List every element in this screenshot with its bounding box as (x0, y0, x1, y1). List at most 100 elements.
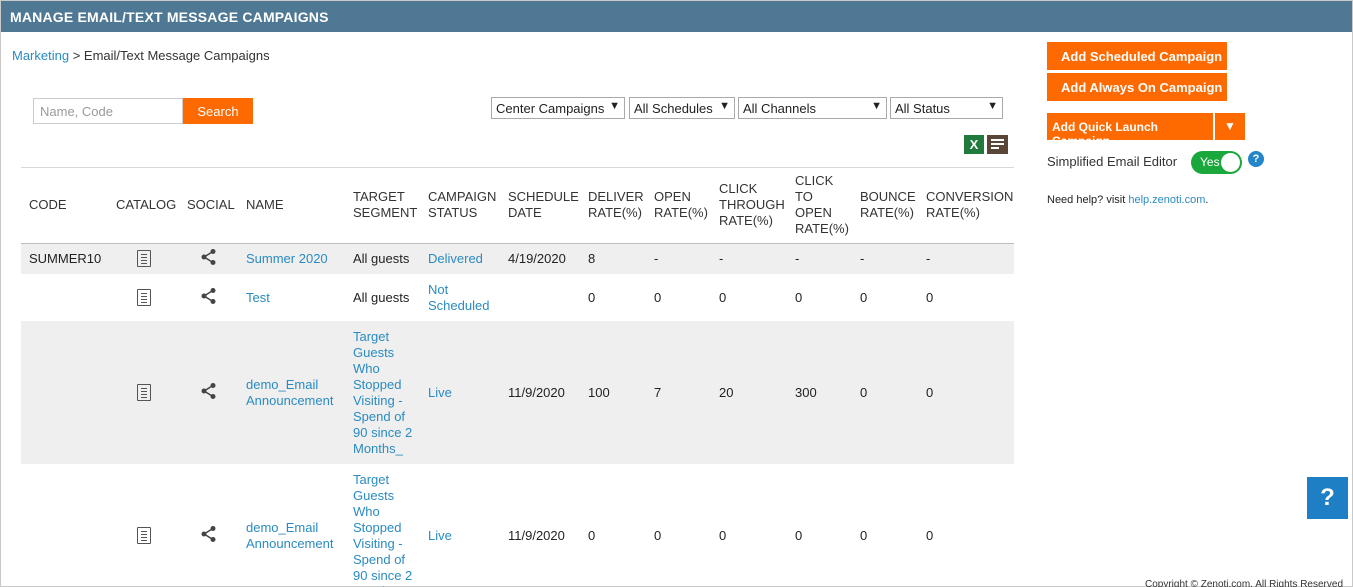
row-deliver-rate: 100 (580, 321, 646, 464)
excel-export-icon[interactable]: X (964, 135, 984, 154)
help-icon[interactable]: ? (1248, 151, 1264, 167)
column-list-icon[interactable] (987, 135, 1008, 154)
simplified-editor-label: Simplified Email Editor (1047, 154, 1178, 169)
campaign-status-link[interactable]: Delivered (420, 243, 500, 274)
search-input[interactable] (33, 98, 183, 124)
campaign-status-link[interactable]: Not Scheduled (420, 274, 500, 321)
row-deliver-rate: 8 (580, 243, 646, 274)
breadcrumb-marketing-link[interactable]: Marketing (12, 48, 69, 63)
col-click-to-open-rate[interactable]: CLICK TO OPEN RATE(%) (787, 168, 852, 244)
share-icon[interactable] (200, 287, 218, 305)
schedules-filter-select[interactable]: All Schedules ▼ (629, 97, 735, 119)
col-conversion-rate[interactable]: CONVERSION RATE(%) (918, 168, 1014, 244)
col-bounce-rate[interactable]: BOUNCE RATE(%) (852, 168, 918, 244)
col-schedule-date[interactable]: SCHEDULE DATE (500, 168, 580, 244)
social-cell[interactable] (179, 321, 238, 464)
col-deliver-rate[interactable]: DELIVER RATE(%) (580, 168, 646, 244)
campaign-status-link[interactable]: Live (420, 464, 500, 587)
col-catalog: CATALOG (108, 168, 179, 244)
catalog-cell[interactable] (108, 274, 179, 321)
chevron-down-icon: ▼ (719, 100, 730, 112)
status-filter-select[interactable]: All Status ▼ (890, 97, 1003, 119)
chevron-down-icon: ▼ (871, 100, 882, 112)
row-bounce-rate: 0 (852, 321, 918, 464)
catalog-icon[interactable] (136, 289, 151, 307)
help-zenoti-link[interactable]: help.zenoti.com (1128, 194, 1205, 206)
search-button[interactable]: Search (183, 98, 253, 124)
row-open-rate: 0 (654, 289, 662, 305)
row-code (21, 464, 108, 587)
col-click-through-rate[interactable]: CLICK THROUGH RATE(%) (711, 168, 787, 244)
catalog-icon[interactable] (136, 384, 151, 402)
row-deliver-rate: 0 (588, 527, 596, 543)
col-name[interactable]: NAME (238, 168, 345, 244)
social-cell[interactable] (179, 243, 238, 274)
row-segment-link[interactable]: Target Guests Who Stopped Visiting - Spe… (345, 464, 420, 587)
campaign-name-link[interactable]: demo_Email Announcement (238, 321, 345, 464)
row-conversion-rate: - (918, 243, 1014, 274)
col-social: SOCIAL (179, 168, 238, 244)
row-open-rate: 7 (646, 321, 711, 464)
need-help-label: Need help? visit (1047, 194, 1129, 206)
status-filter-value: All Status (895, 101, 950, 116)
campaign-name-link[interactable]: Test (238, 274, 345, 321)
channels-filter-select[interactable]: All Channels ▼ (738, 97, 887, 119)
row-bounce-rate: 0 (860, 527, 868, 543)
floating-help-icon[interactable]: ? (1307, 477, 1348, 519)
row-deliver-rate: 0 (588, 289, 596, 305)
schedules-filter-value: All Schedules (634, 101, 713, 116)
campaigns-table: CODE CATALOG SOCIAL NAME TARGET SEGMENT … (21, 167, 1014, 587)
chevron-down-icon: ▼ (609, 100, 620, 112)
row-segment-link[interactable]: Target Guests Who Stopped Visiting - Spe… (345, 321, 420, 464)
chevron-down-icon: ▼ (987, 100, 998, 112)
row-code (21, 321, 108, 464)
table-row: demo_Email Announcement Target Guests Wh… (21, 321, 1014, 464)
row-open-rate: - (646, 243, 711, 274)
row-conversion-rate: 0 (918, 321, 1014, 464)
row-click-through-rate: - (711, 243, 787, 274)
need-help-suffix: . (1205, 194, 1209, 206)
campaign-status-link[interactable]: Live (420, 321, 500, 464)
col-code[interactable]: CODE (21, 168, 108, 244)
catalog-cell[interactable] (108, 464, 179, 587)
share-icon[interactable] (200, 525, 218, 543)
catalog-icon[interactable] (136, 527, 151, 545)
social-cell[interactable] (179, 464, 238, 587)
row-conversion-rate: 0 (926, 289, 934, 305)
add-scheduled-campaign-button[interactable]: Add Scheduled Campaign (1047, 42, 1227, 70)
row-click-through-rate: 0 (719, 289, 727, 305)
row-segment: All guests (345, 243, 420, 274)
add-always-on-campaign-button[interactable]: Add Always On Campaign (1047, 73, 1227, 101)
col-campaign-status[interactable]: CAMPAIGN STATUS (420, 168, 500, 244)
campaigns-filter-select[interactable]: Center Campaigns ▼ (491, 97, 625, 119)
need-help-text: Need help? visit help.zenoti.com. (1047, 194, 1208, 206)
row-code (21, 274, 108, 321)
quick-launch-dropdown-icon[interactable]: ▼ (1215, 113, 1245, 140)
col-target-segment[interactable]: TARGET SEGMENT (345, 168, 420, 244)
page-header: MANAGE EMAIL/TEXT MESSAGE CAMPAIGNS (1, 1, 1352, 32)
toggle-knob (1221, 153, 1240, 172)
share-icon[interactable] (200, 248, 218, 266)
toggle-state-label: Yes (1200, 155, 1220, 169)
table-row: SUMMER10 Summer 2020 All guests Delivere… (21, 243, 1014, 274)
social-cell[interactable] (179, 274, 238, 321)
row-segment: All guests (353, 289, 410, 305)
share-icon[interactable] (200, 382, 218, 400)
catalog-cell[interactable] (108, 321, 179, 464)
table-row: demo_Email Announcement Target Guests Wh… (21, 464, 1014, 587)
campaign-name-link[interactable]: demo_Email Announcement (238, 464, 345, 587)
row-click-to-open-rate: 300 (787, 321, 852, 464)
campaign-name-link[interactable]: Summer 2020 (238, 243, 345, 274)
catalog-cell[interactable] (108, 243, 179, 274)
channels-filter-value: All Channels (743, 101, 816, 116)
row-click-to-open-rate: - (787, 243, 852, 274)
row-click-through-rate: 20 (711, 321, 787, 464)
copyright-text: Copyright © Zenoti.com. All Rights Reser… (1145, 579, 1344, 587)
simplified-editor-toggle[interactable]: Yes (1191, 151, 1242, 174)
row-bounce-rate: - (852, 243, 918, 274)
row-open-rate: 0 (654, 527, 662, 543)
table-row: Test All guests Not Scheduled 0 0 0 0 0 … (21, 274, 1014, 321)
col-open-rate[interactable]: OPEN RATE(%) (646, 168, 711, 244)
catalog-icon[interactable] (136, 250, 151, 268)
add-quick-launch-campaign-button[interactable]: Add Quick Launch Campaign (1047, 113, 1213, 148)
